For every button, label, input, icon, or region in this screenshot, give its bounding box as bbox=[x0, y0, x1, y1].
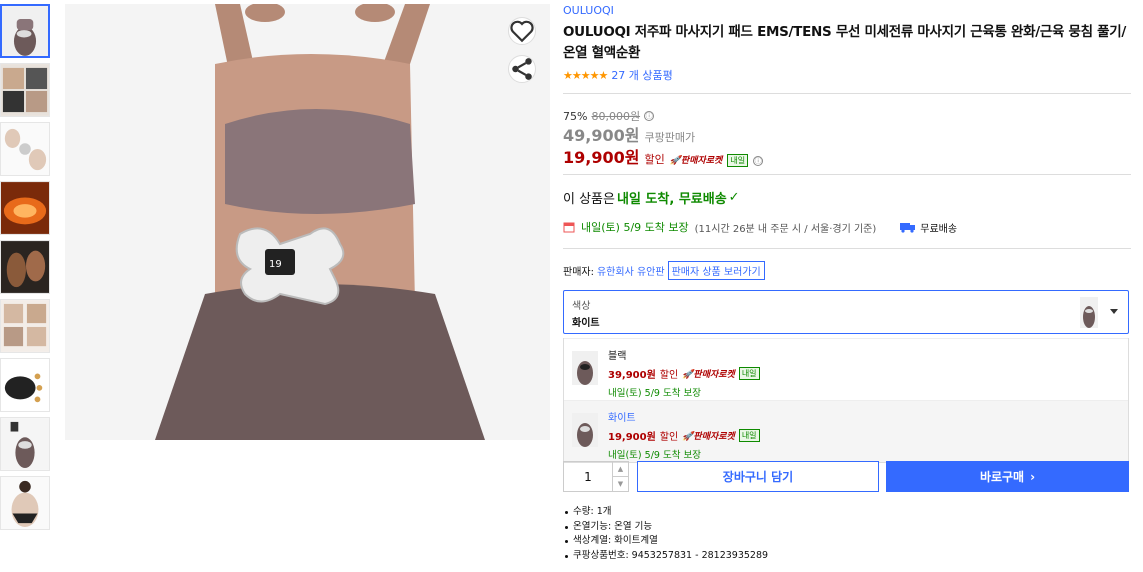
option-selected-value: 화이트 bbox=[572, 318, 600, 329]
rating-stars: ★★★★★ bbox=[563, 68, 608, 82]
seller-info: 판매자: 유한회사 유안판 판매자 상품 보러가기 bbox=[563, 261, 765, 280]
sale-price-amount: 19,900원 bbox=[563, 148, 640, 167]
option-delivery: 내일(토) 5/9 도착 보장 bbox=[608, 450, 701, 461]
free-shipping: 무료배송 bbox=[900, 220, 957, 235]
seller-rocket-badge: 🚀판매자로켓 bbox=[669, 156, 723, 166]
coupang-price-amount: 49,900원 bbox=[563, 126, 640, 145]
spec-item: 수량: 1개 bbox=[563, 505, 768, 520]
thumbnail-5[interactable] bbox=[0, 240, 50, 294]
thumbnail-7[interactable] bbox=[0, 358, 50, 412]
option-delivery: 내일(토) 5/9 도착 보장 bbox=[608, 388, 701, 399]
spec-item: 온열기능: 온열 기능 bbox=[563, 520, 768, 535]
chevron-down-icon bbox=[1110, 309, 1118, 314]
buy-now-label: 바로구매 bbox=[979, 470, 1025, 484]
spec-item: 쿠팡상품번호: 9453257831 - 28123935289 bbox=[563, 549, 768, 564]
seller-rocket-badge: 🚀판매자로켓 bbox=[682, 432, 735, 442]
option-thumbnail bbox=[572, 351, 598, 385]
divider bbox=[563, 174, 1131, 175]
svg-text:19: 19 bbox=[269, 259, 282, 270]
option-price-line: 39,900원 할인 🚀판매자로켓 내일 bbox=[608, 366, 1120, 381]
wishlist-button[interactable] bbox=[508, 17, 536, 45]
product-specs: 수량: 1개 온열기능: 온열 기능 색상계열: 화이트계열 쿠팡상품번호: 9… bbox=[563, 505, 768, 563]
delivery-info: 내일(토) 5/9 도착 보장 (11시간 26분 내 주문 시 / 서울·경기… bbox=[563, 219, 957, 235]
coupang-price: 49,900원 쿠팡판매가 bbox=[563, 122, 695, 146]
quantity-input[interactable]: 1 bbox=[564, 462, 612, 491]
next-day-tag: 내일 bbox=[738, 367, 760, 380]
arrival-prefix: 이 상품은 bbox=[563, 192, 615, 207]
option-swatch bbox=[1080, 297, 1098, 328]
next-day-tag: 내일 bbox=[738, 429, 760, 442]
arrival-highlight: 내일 도착, 무료배송 bbox=[616, 192, 727, 207]
thumbnail-2[interactable] bbox=[0, 63, 50, 117]
option-name: 화이트 bbox=[608, 413, 636, 424]
seller-rocket-badge: 🚀판매자로켓 bbox=[682, 370, 735, 380]
option-label: 색상 bbox=[572, 301, 591, 312]
option-sale-label: 할인 bbox=[659, 370, 679, 381]
thumbnail-1[interactable] bbox=[0, 4, 50, 58]
info-icon[interactable]: ⓘ bbox=[644, 111, 655, 121]
divider bbox=[563, 93, 1131, 94]
next-day-tag: 내일 bbox=[727, 154, 749, 167]
option-price-line: 19,900원 할인 🚀판매자로켓 내일 bbox=[608, 428, 1120, 443]
seller-label: 판매자: bbox=[563, 267, 594, 278]
seller-name[interactable]: 유한회사 유안판 bbox=[597, 263, 665, 278]
arrival-condition: (11시간 26분 내 주문 시 / 서울·경기 기준) bbox=[694, 223, 877, 235]
calendar-icon bbox=[563, 222, 575, 233]
check-icon: ✓ bbox=[728, 190, 740, 205]
thumbnail-8[interactable] bbox=[0, 417, 50, 471]
quantity-stepper: 1 ▲ ▼ bbox=[563, 461, 629, 492]
review-count[interactable]: 27 개 상품평 bbox=[611, 67, 672, 83]
quantity-arrows: ▲ ▼ bbox=[612, 462, 628, 491]
brand-link[interactable]: OULUOQI bbox=[563, 4, 614, 17]
product-title: OULUOQI 저주파 마사지기 패드 EMS/TENS 무선 미세전류 마사지… bbox=[563, 24, 1127, 61]
info-icon[interactable]: ⓘ bbox=[753, 156, 764, 166]
divider bbox=[563, 248, 1131, 249]
quantity-decrease-button[interactable]: ▼ bbox=[613, 477, 628, 491]
chevron-right-icon: › bbox=[1030, 469, 1036, 484]
thumbnail-3[interactable] bbox=[0, 122, 50, 176]
sale-price: 19,900원 할인 🚀판매자로켓 내일 ⓘ bbox=[563, 144, 764, 168]
option-thumbnail bbox=[572, 413, 598, 447]
coupang-price-label: 쿠팡판매가 bbox=[644, 131, 696, 144]
option-item-black[interactable]: 블랙 39,900원 할인 🚀판매자로켓 내일 내일(토) 5/9 도착 보장 bbox=[564, 338, 1128, 400]
option-price: 39,900원 bbox=[608, 370, 656, 381]
thumbnail-4[interactable] bbox=[0, 181, 50, 235]
option-dropdown-list: 블랙 39,900원 할인 🚀판매자로켓 내일 내일(토) 5/9 도착 보장 … bbox=[563, 338, 1129, 463]
heart-icon bbox=[510, 20, 534, 43]
discount-rate: 75% bbox=[563, 109, 588, 123]
free-shipping-label: 무료배송 bbox=[920, 223, 958, 235]
arrival-headline: 이 상품은 내일 도착, 무료배송 ✓ bbox=[563, 188, 740, 207]
share-icon bbox=[512, 58, 532, 80]
spec-item: 색상계열: 화이트계열 bbox=[563, 534, 768, 549]
truck-icon bbox=[900, 222, 916, 233]
option-price: 19,900원 bbox=[608, 432, 656, 443]
arrival-date: 내일(토) 5/9 도착 보장 bbox=[581, 221, 689, 234]
option-name: 블랙 bbox=[608, 351, 627, 362]
option-item-white[interactable]: 화이트 19,900원 할인 🚀판매자로켓 내일 내일(토) 5/9 도착 보장 bbox=[564, 400, 1128, 462]
seller-products-link[interactable]: 판매자 상품 보러가기 bbox=[667, 261, 765, 280]
thumbnail-list bbox=[0, 4, 53, 535]
color-option-select[interactable]: 색상 화이트 bbox=[563, 290, 1129, 334]
main-product-image: 19 bbox=[65, 4, 550, 440]
quantity-increase-button[interactable]: ▲ bbox=[613, 462, 628, 477]
share-button[interactable] bbox=[508, 55, 536, 83]
sale-label: 할인 bbox=[644, 153, 665, 166]
thumbnail-9[interactable] bbox=[0, 476, 50, 530]
thumbnail-6[interactable] bbox=[0, 299, 50, 353]
buy-now-button[interactable]: 바로구매 › bbox=[886, 461, 1129, 492]
product-rating[interactable]: ★★★★★ 27 개 상품평 bbox=[563, 67, 673, 83]
option-sale-label: 할인 bbox=[659, 432, 679, 443]
add-to-cart-button[interactable]: 장바구니 담기 bbox=[637, 461, 879, 492]
